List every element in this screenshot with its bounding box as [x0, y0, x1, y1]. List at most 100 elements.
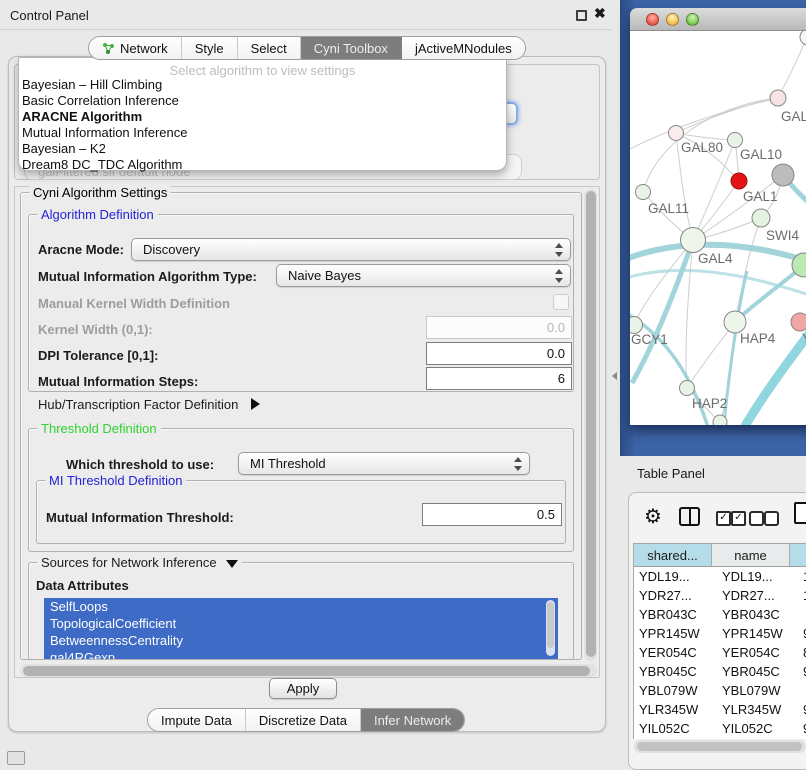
algorithm-option-mutual-information-inference[interactable]: Mutual Information Inference	[22, 125, 187, 141]
network-node-gal10[interactable]	[728, 133, 743, 148]
algorithm-option-aracne-algorithm[interactable]: ARACNE Algorithm	[22, 109, 142, 125]
mi-threshold-field[interactable]: 0.5	[422, 503, 562, 526]
table-hscroll-thumb[interactable]	[637, 742, 802, 751]
settings-vscroll-thumb[interactable]	[586, 191, 596, 657]
node-label-gcy1: GCY1	[631, 332, 668, 347]
node-label-swi4: SWI4	[766, 228, 799, 243]
network-window[interactable]: GALGAL80GAL10GAL1SWI4GAL11GAL4GCY1HAP4YH…	[630, 8, 806, 425]
stepper-arrows-icon	[554, 243, 562, 257]
close-traffic-light-icon[interactable]	[646, 13, 659, 26]
table-row[interactable]: YBR043CYBR043C	[634, 605, 806, 624]
checked-checkbox-icon[interactable]: ✓	[716, 511, 731, 526]
table-row[interactable]: YDR27...YDR27...12	[634, 586, 806, 605]
algorithm-option-bayesian-k2[interactable]: Bayesian – K2	[22, 141, 106, 157]
table-cell: 9.	[800, 624, 806, 643]
mi-steps-field[interactable]: 6	[426, 367, 572, 390]
table-row[interactable]: YBL079WYBL079W	[634, 681, 806, 700]
hub-definition-label[interactable]: Hub/Transcription Factor Definition	[38, 397, 260, 412]
tab-network[interactable]: Network	[89, 37, 182, 59]
expand-arrow-icon[interactable]	[251, 398, 260, 410]
cyni-settings-title: Cyni Algorithm Settings	[29, 185, 171, 200]
tab-infer-network[interactable]: Infer Network	[361, 709, 464, 731]
network-node[interactable]	[713, 415, 727, 425]
which-threshold-combobox[interactable]: MI Threshold	[238, 452, 530, 475]
aracne-mode-combobox[interactable]: Discovery	[131, 238, 571, 261]
network-node-gal11[interactable]	[636, 185, 651, 200]
apply-button[interactable]: Apply	[269, 678, 337, 699]
unchecked-checkbox-icon[interactable]	[764, 511, 779, 526]
network-node-gal4[interactable]	[681, 228, 706, 253]
tab-label: Cyni Toolbox	[314, 41, 388, 56]
column-header-name[interactable]: name	[712, 544, 790, 567]
node-table[interactable]: shared...nameYDL19...YDL19...13YDR27...Y…	[633, 543, 806, 739]
control-panel-tabbar: NetworkStyleSelect Cyni Toolbox jActiveMNo…	[88, 36, 526, 60]
tab-select[interactable]: Select	[238, 37, 301, 59]
settings-hscroll-thumb[interactable]	[23, 666, 590, 676]
sources-title[interactable]: Sources for Network Inference	[37, 555, 242, 570]
hub-definition-text: Hub/Transcription Factor Definition	[38, 397, 238, 412]
table-cell: 9.	[800, 662, 806, 681]
checked-checkbox-icon[interactable]: ✓	[731, 511, 746, 526]
which-threshold-label: Which threshold to use:	[66, 457, 214, 472]
network-node-gal80[interactable]	[669, 126, 684, 141]
network-node-gal1[interactable]	[731, 173, 747, 189]
tab-style[interactable]: Style	[182, 37, 238, 59]
dpi-tolerance-field[interactable]: 0.0	[426, 342, 572, 365]
table-row[interactable]: YPR145WYPR145W9.	[634, 624, 806, 643]
table-row[interactable]: YLR345WYLR345W9.	[634, 700, 806, 719]
mi-algorithm-type-combobox[interactable]: Naive Bayes	[276, 264, 571, 287]
tab-label: jActiveMNodules	[415, 41, 512, 56]
tab-impute-data[interactable]: Impute Data	[148, 709, 246, 731]
algorithm-definition-title: Algorithm Definition	[37, 207, 158, 222]
control-panel-title: Control Panel	[10, 8, 89, 23]
network-node-swi4[interactable]	[752, 209, 770, 227]
algorithm-option-bayesian-hill-climbing[interactable]: Bayesian – Hill Climbing	[22, 77, 162, 93]
network-node-hap4[interactable]	[724, 311, 746, 333]
network-node-y[interactable]	[791, 313, 806, 331]
algorithm-option-basic-correlation-inference[interactable]: Basic Correlation Inference	[22, 93, 179, 109]
network-node[interactable]	[800, 31, 806, 45]
table-cell: YBR043C	[717, 605, 800, 624]
tab-label: Discretize Data	[259, 713, 347, 728]
network-node-gal[interactable]	[770, 90, 786, 106]
network-node-gcy1[interactable]	[630, 317, 643, 334]
table-row[interactable]: YDL19...YDL19...13	[634, 567, 806, 586]
network-node-hap2[interactable]	[680, 381, 695, 396]
document-icon[interactable]	[794, 502, 806, 524]
column-header-2[interactable]	[790, 544, 806, 567]
mi-algorithm-type-label: Mutual Information Algorithm Type:	[38, 269, 257, 284]
splitter-handle-icon[interactable]	[612, 372, 617, 380]
tab-jactivemnodules[interactable]: jActiveMNodules	[402, 37, 525, 59]
settings-horizontal-scrollbar[interactable]	[20, 664, 597, 677]
gear-icon[interactable]: ⚙	[644, 504, 662, 529]
collapse-arrow-icon[interactable]	[226, 560, 238, 568]
tab-cyni-toolbox[interactable]: Cyni Toolbox	[301, 37, 402, 59]
network-node[interactable]	[772, 164, 794, 186]
algorithm-option-dream8-dc-tdc-algorithm[interactable]: Dream8 DC_TDC Algorithm	[22, 157, 182, 173]
columns-icon[interactable]	[679, 507, 700, 526]
manual-kernel-width-checkbox[interactable]	[553, 294, 569, 310]
table-row[interactable]: YBR045CYBR045C9.	[634, 662, 806, 681]
control-panel-titlebar: Control Panel	[0, 0, 612, 30]
table-row[interactable]: YIL052CYIL052C9	[634, 719, 806, 738]
tab-discretize-data[interactable]: Discretize Data	[246, 709, 361, 731]
table-cell: 12	[800, 586, 806, 605]
column-header-shared[interactable]: shared...	[634, 544, 712, 567]
zoom-traffic-light-icon[interactable]	[686, 13, 699, 26]
mi-threshold-label: Mutual Information Threshold:	[46, 510, 234, 525]
float-panel-icon[interactable]	[576, 10, 587, 21]
corner-widget-icon[interactable]	[7, 751, 25, 765]
settings-vertical-scrollbar[interactable]	[584, 189, 597, 661]
table-row[interactable]: YER054CYER054C8.	[634, 643, 806, 662]
table-cell: YPR145W	[717, 624, 800, 643]
network-canvas[interactable]: GALGAL80GAL10GAL1SWI4GAL11GAL4GCY1HAP4YH…	[630, 31, 806, 425]
table-cell: YIL052C	[717, 719, 800, 738]
aracne-mode-value: Discovery	[143, 242, 200, 257]
table-cell: 13	[800, 567, 806, 586]
minimize-traffic-light-icon[interactable]	[666, 13, 679, 26]
table-cell	[800, 681, 806, 700]
network-window-titlebar[interactable]	[630, 8, 806, 31]
close-icon[interactable]: ✖	[594, 5, 606, 22]
attributes-scrollbar-thumb[interactable]	[547, 602, 554, 648]
unchecked-checkbox-icon[interactable]	[749, 511, 764, 526]
